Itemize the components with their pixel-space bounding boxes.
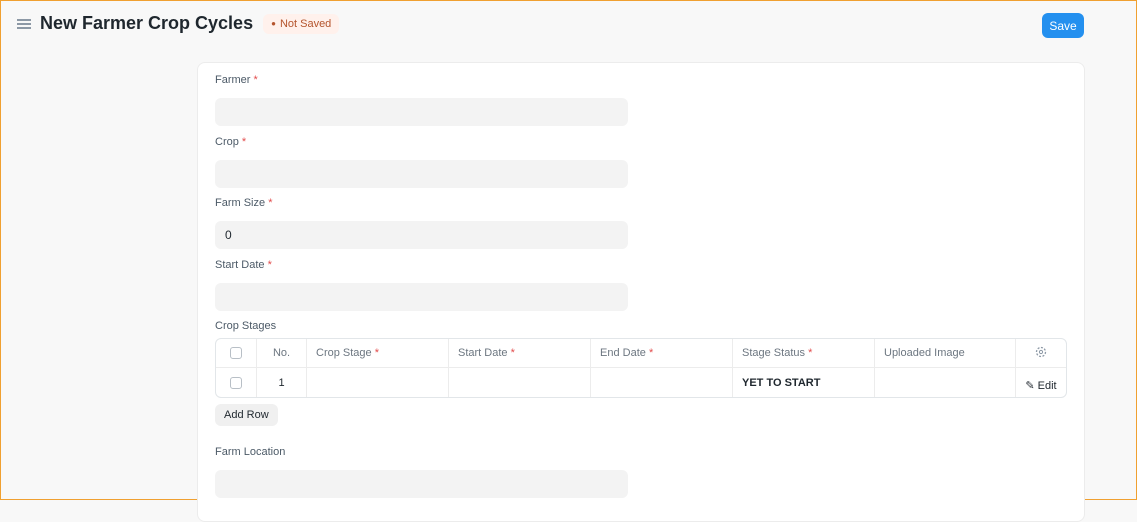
crop-stages-label: Crop Stages [215, 320, 277, 332]
required-mark: * [808, 347, 813, 359]
page-title: New Farmer Crop Cycles [40, 13, 254, 33]
required-mark: * [241, 136, 247, 148]
col-end-date: End Date * [591, 339, 733, 368]
status-badge: ● Not Saved [263, 13, 340, 34]
crop-field: Crop * [215, 136, 628, 188]
menu-icon[interactable] [17, 18, 31, 29]
farm-size-field: Farm Size * [215, 197, 628, 249]
edit-row-button[interactable]: ✎ Edit [1016, 368, 1066, 397]
required-mark: * [268, 197, 273, 209]
farmer-label: Farmer [215, 74, 251, 86]
start-date-label: Start Date [215, 259, 265, 271]
required-mark: * [253, 74, 258, 86]
table-row[interactable]: 1 YET TO START ✎ Edit [216, 368, 1066, 397]
required-mark: * [648, 347, 654, 359]
col-crop-stage: Crop Stage * [307, 339, 449, 368]
gear-icon[interactable] [1016, 339, 1066, 368]
col-stage-status: Stage Status * [733, 339, 875, 368]
farmer-field: Farmer * [215, 74, 628, 126]
crop-label: Crop [215, 136, 239, 148]
add-row-button[interactable]: Add Row [215, 404, 278, 426]
cell-uploaded-image[interactable] [875, 368, 1016, 397]
farm-location-input[interactable] [215, 470, 628, 498]
table-header-row: No. Crop Stage * Start Date * End Date *… [216, 339, 1066, 368]
farm-size-input[interactable] [215, 221, 628, 249]
crop-input[interactable] [215, 160, 628, 188]
start-date-field: Start Date * [215, 259, 628, 311]
farm-size-label: Farm Size [215, 197, 266, 209]
edit-label: Edit [1037, 380, 1057, 392]
cell-start-date[interactable] [449, 368, 591, 397]
row-checkbox[interactable] [230, 376, 242, 389]
row-no: 1 [257, 368, 307, 397]
pencil-icon: ✎ [1025, 380, 1035, 392]
farmer-input[interactable] [215, 98, 628, 126]
cell-crop-stage[interactable] [307, 368, 449, 397]
required-mark: * [510, 347, 515, 359]
form-card: Farmer * Crop * Farm Size * Start Date *… [197, 62, 1085, 522]
save-button[interactable]: Save [1042, 13, 1084, 38]
crop-stages-table: No. Crop Stage * Start Date * End Date *… [215, 338, 1067, 398]
col-no: No. [257, 339, 307, 368]
farm-location-label: Farm Location [215, 446, 286, 458]
page-header: New Farmer Crop Cycles ● Not Saved [17, 13, 340, 34]
required-mark: * [374, 347, 379, 359]
crop-stages-section: Crop Stages [215, 320, 276, 338]
status-text: Not Saved [279, 17, 332, 30]
cell-end-date[interactable] [591, 368, 733, 397]
col-uploaded-image: Uploaded Image [875, 339, 1016, 368]
col-start-date: Start Date * [449, 339, 591, 368]
cell-stage-status[interactable]: YET TO START [733, 368, 875, 397]
select-all-checkbox[interactable] [230, 347, 242, 360]
start-date-input[interactable] [215, 283, 628, 311]
required-mark: * [267, 259, 272, 271]
farm-location-field: Farm Location [215, 446, 628, 498]
